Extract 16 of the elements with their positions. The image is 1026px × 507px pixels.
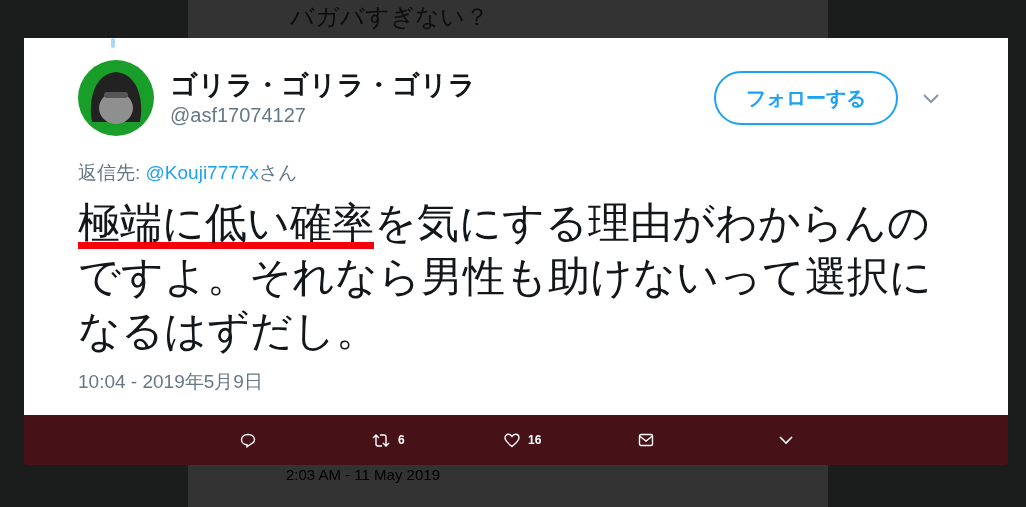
like-count: 16 xyxy=(528,432,542,449)
mention-link[interactable]: @Kouji7777x xyxy=(145,162,259,183)
timestamp: 10:04 - 2019年5月9日 xyxy=(78,370,264,394)
heart-icon[interactable] xyxy=(504,432,520,448)
retweet-icon[interactable] xyxy=(372,432,390,448)
thread-line xyxy=(111,38,115,48)
reply-icon[interactable] xyxy=(240,432,256,448)
envelope-icon[interactable] xyxy=(638,433,654,447)
follow-button[interactable]: フォローする xyxy=(714,71,898,125)
gorilla-avatar-icon xyxy=(78,60,154,136)
tweet-text: 極端に低い確率を気にする理由がわからんのですよ。それなら男性も助けないって選択になるはずだし。 xyxy=(78,198,933,356)
chevron-down-icon[interactable] xyxy=(778,435,794,445)
reply-to-line: 返信先: @Kouji7777xさん xyxy=(78,161,298,185)
user-handle: @asf17074127 xyxy=(170,103,307,128)
display-name: ゴリラ・ゴリラ・ゴリラ xyxy=(170,69,477,102)
retweet-count: 6 xyxy=(398,432,405,449)
